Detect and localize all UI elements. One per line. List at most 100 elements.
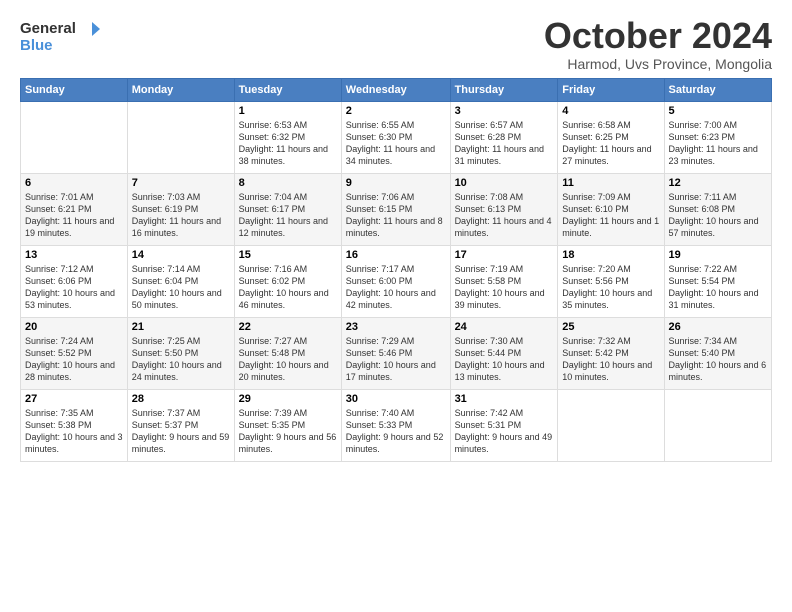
day-number: 11 [562, 177, 659, 189]
day-number: 19 [669, 249, 767, 261]
calendar-cell-2-3: 16 Sunrise: 7:17 AMSunset: 6:00 PMDayligh… [341, 245, 450, 317]
cell-content: Sunrise: 7:17 AMSunset: 6:00 PMDaylight:… [346, 264, 436, 310]
cell-content: Sunrise: 6:53 AMSunset: 6:32 PMDaylight:… [239, 120, 328, 166]
cell-content: Sunrise: 7:12 AMSunset: 6:06 PMDaylight:… [25, 264, 115, 310]
cell-content: Sunrise: 7:30 AMSunset: 5:44 PMDaylight:… [455, 336, 545, 382]
calendar-cell-0-0 [21, 101, 128, 173]
day-number: 9 [346, 177, 446, 189]
calendar-cell-0-2: 1 Sunrise: 6:53 AMSunset: 6:32 PMDaylight… [234, 101, 341, 173]
day-number: 29 [239, 393, 337, 405]
calendar-cell-4-6 [664, 389, 771, 461]
calendar-cell-2-1: 14 Sunrise: 7:14 AMSunset: 6:04 PMDayligh… [127, 245, 234, 317]
calendar-week-3: 20 Sunrise: 7:24 AMSunset: 5:52 PMDayligh… [21, 317, 772, 389]
cell-content: Sunrise: 7:04 AMSunset: 6:17 PMDaylight:… [239, 192, 328, 238]
calendar-cell-4-4: 31 Sunrise: 7:42 AMSunset: 5:31 PMDayligh… [450, 389, 558, 461]
calendar-cell-1-4: 10 Sunrise: 7:08 AMSunset: 6:13 PMDayligh… [450, 173, 558, 245]
calendar-cell-4-3: 30Sunrise: 7:40 AMSunset: 5:33 PMDayligh… [341, 389, 450, 461]
day-number: 6 [25, 177, 123, 189]
day-number: 22 [239, 321, 337, 333]
day-number: 20 [25, 321, 123, 333]
calendar-cell-0-6: 5 Sunrise: 7:00 AMSunset: 6:23 PMDaylight… [664, 101, 771, 173]
calendar-cell-2-2: 15 Sunrise: 7:16 AMSunset: 6:02 PMDayligh… [234, 245, 341, 317]
calendar-week-4: 27 Sunrise: 7:35 AMSunset: 5:38 PMDayligh… [21, 389, 772, 461]
cell-content: Sunrise: 7:24 AMSunset: 5:52 PMDaylight:… [25, 336, 115, 382]
calendar-cell-1-6: 12Sunrise: 7:11 AMSunset: 6:08 PMDayligh… [664, 173, 771, 245]
location: Harmod, Uvs Province, Mongolia [544, 56, 772, 72]
cell-content: Sunrise: 7:34 AMSunset: 5:40 PMDaylight:… [669, 336, 767, 382]
day-number: 5 [669, 105, 767, 117]
cell-content: Sunrise: 7:27 AMSunset: 5:48 PMDaylight:… [239, 336, 329, 382]
day-number: 17 [455, 249, 554, 261]
calendar-cell-2-4: 17 Sunrise: 7:19 AMSunset: 5:58 PMDayligh… [450, 245, 558, 317]
day-number: 25 [562, 321, 659, 333]
col-friday: Friday [558, 78, 664, 101]
calendar-cell-3-3: 23 Sunrise: 7:29 AMSunset: 5:46 PMDayligh… [341, 317, 450, 389]
cell-content: Sunrise: 6:57 AMSunset: 6:28 PMDaylight:… [455, 120, 544, 166]
calendar-cell-2-6: 19 Sunrise: 7:22 AMSunset: 5:54 PMDayligh… [664, 245, 771, 317]
col-thursday: Thursday [450, 78, 558, 101]
cell-content: Sunrise: 7:14 AMSunset: 6:04 PMDaylight:… [132, 264, 222, 310]
calendar-cell-0-4: 3 Sunrise: 6:57 AMSunset: 6:28 PMDaylight… [450, 101, 558, 173]
logo: General Blue [20, 16, 100, 54]
day-number: 7 [132, 177, 230, 189]
day-number: 10 [455, 177, 554, 189]
cell-content: Sunrise: 7:01 AMSunset: 6:21 PMDaylight:… [25, 192, 114, 238]
calendar-cell-1-2: 8 Sunrise: 7:04 AMSunset: 6:17 PMDaylight… [234, 173, 341, 245]
calendar-week-1: 6 Sunrise: 7:01 AMSunset: 6:21 PMDaylight… [21, 173, 772, 245]
calendar-cell-1-1: 7 Sunrise: 7:03 AMSunset: 6:19 PMDaylight… [127, 173, 234, 245]
calendar-table: Sunday Monday Tuesday Wednesday Thursday… [20, 78, 772, 462]
cell-content: Sunrise: 7:32 AMSunset: 5:42 PMDaylight:… [562, 336, 652, 382]
calendar-cell-3-0: 20 Sunrise: 7:24 AMSunset: 5:52 PMDayligh… [21, 317, 128, 389]
col-monday: Monday [127, 78, 234, 101]
logo-svg: General Blue [20, 16, 100, 54]
day-number: 2 [346, 105, 446, 117]
day-number: 21 [132, 321, 230, 333]
cell-content: Sunrise: 6:58 AMSunset: 6:25 PMDaylight:… [562, 120, 651, 166]
day-number: 8 [239, 177, 337, 189]
calendar-cell-3-1: 21Sunrise: 7:25 AMSunset: 5:50 PMDayligh… [127, 317, 234, 389]
cell-content: Sunrise: 7:37 AMSunset: 5:37 PMDaylight:… [132, 408, 230, 454]
cell-content: Sunrise: 7:35 AMSunset: 5:38 PMDaylight:… [25, 408, 123, 454]
day-number: 27 [25, 393, 123, 405]
calendar-cell-1-5: 11 Sunrise: 7:09 AMSunset: 6:10 PMDayligh… [558, 173, 664, 245]
col-wednesday: Wednesday [341, 78, 450, 101]
cell-content: Sunrise: 7:16 AMSunset: 6:02 PMDaylight:… [239, 264, 329, 310]
cell-content: Sunrise: 7:00 AMSunset: 6:23 PMDaylight:… [669, 120, 758, 166]
cell-content: Sunrise: 7:03 AMSunset: 6:19 PMDaylight:… [132, 192, 221, 238]
cell-content: Sunrise: 7:39 AMSunset: 5:35 PMDaylight:… [239, 408, 337, 454]
cell-content: Sunrise: 7:06 AMSunset: 6:15 PMDaylight:… [346, 192, 443, 238]
day-number: 13 [25, 249, 123, 261]
calendar-cell-1-3: 9 Sunrise: 7:06 AMSunset: 6:15 PMDaylight… [341, 173, 450, 245]
calendar-cell-0-1 [127, 101, 234, 173]
cell-content: Sunrise: 7:08 AMSunset: 6:13 PMDaylight:… [455, 192, 552, 238]
cell-content: Sunrise: 7:09 AMSunset: 6:10 PMDaylight:… [562, 192, 659, 238]
svg-text:General: General [20, 20, 76, 37]
calendar-cell-1-0: 6 Sunrise: 7:01 AMSunset: 6:21 PMDaylight… [21, 173, 128, 245]
day-number: 24 [455, 321, 554, 333]
day-number: 1 [239, 105, 337, 117]
cell-content: Sunrise: 7:19 AMSunset: 5:58 PMDaylight:… [455, 264, 545, 310]
svg-text:Blue: Blue [20, 37, 53, 54]
calendar-cell-2-0: 13 Sunrise: 7:12 AMSunset: 6:06 PMDayligh… [21, 245, 128, 317]
day-number: 15 [239, 249, 337, 261]
cell-content: Sunrise: 7:22 AMSunset: 5:54 PMDaylight:… [669, 264, 759, 310]
day-number: 28 [132, 393, 230, 405]
calendar-cell-0-5: 4 Sunrise: 6:58 AMSunset: 6:25 PMDaylight… [558, 101, 664, 173]
day-number: 26 [669, 321, 767, 333]
calendar-cell-4-1: 28 Sunrise: 7:37 AMSunset: 5:37 PMDayligh… [127, 389, 234, 461]
day-number: 16 [346, 249, 446, 261]
calendar-cell-4-0: 27 Sunrise: 7:35 AMSunset: 5:38 PMDayligh… [21, 389, 128, 461]
cell-content: Sunrise: 7:29 AMSunset: 5:46 PMDaylight:… [346, 336, 436, 382]
cell-content: Sunrise: 7:20 AMSunset: 5:56 PMDaylight:… [562, 264, 652, 310]
page: General Blue October 2024 Harmod, Uvs Pr… [0, 0, 792, 472]
cell-content: Sunrise: 7:42 AMSunset: 5:31 PMDaylight:… [455, 408, 553, 454]
calendar-cell-2-5: 18Sunrise: 7:20 AMSunset: 5:56 PMDayligh… [558, 245, 664, 317]
day-number: 3 [455, 105, 554, 117]
day-number: 23 [346, 321, 446, 333]
day-number: 4 [562, 105, 659, 117]
day-number: 12 [669, 177, 767, 189]
calendar-cell-4-2: 29 Sunrise: 7:39 AMSunset: 5:35 PMDayligh… [234, 389, 341, 461]
day-number: 14 [132, 249, 230, 261]
day-number: 31 [455, 393, 554, 405]
col-sunday: Sunday [21, 78, 128, 101]
